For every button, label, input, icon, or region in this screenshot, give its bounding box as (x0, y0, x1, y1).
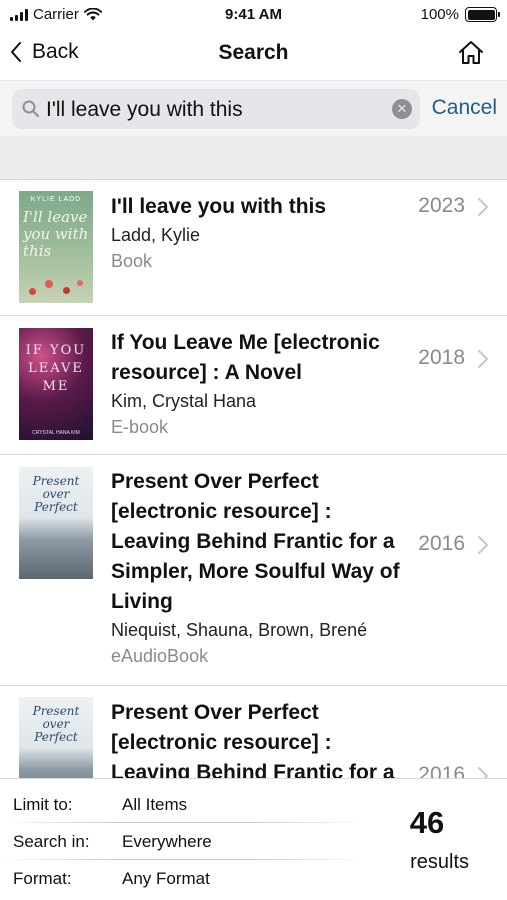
section-header (0, 136, 507, 180)
cancel-button[interactable]: Cancel (432, 96, 497, 120)
book-cover: Present over Perfect (19, 697, 93, 778)
search-bar: I'll leave you with this ✕ Cancel (0, 80, 507, 136)
filter-label: Search in: (13, 832, 90, 851)
result-format: E-book (111, 417, 169, 437)
chevron-right-icon (478, 198, 488, 216)
result-year: 2016 (418, 763, 465, 778)
search-icon (22, 100, 39, 117)
book-cover: Present over Perfect (19, 467, 93, 579)
list-item[interactable]: KYLIE LADD I'll leave you with this I'll… (0, 180, 507, 316)
battery-percent: 100% (420, 6, 459, 23)
result-year: 2018 (418, 346, 465, 369)
list-item[interactable]: Present over Perfect Present Over Perfec… (0, 686, 507, 778)
filter-value: Any Format (122, 869, 210, 888)
cover-text: IF YOU LEAVE ME (25, 343, 87, 394)
clear-icon[interactable]: ✕ (392, 99, 412, 119)
search-input[interactable]: I'll leave you with this ✕ (12, 89, 420, 129)
result-author: Niequist, Shauna, Brown, Brené (111, 620, 368, 640)
filter-label: Limit to: (13, 795, 73, 814)
page-title: Search (218, 41, 289, 64)
result-author: Ladd, Kylie (111, 225, 201, 245)
filter-value: All Items (122, 795, 188, 814)
result-format: eAudioBook (111, 646, 209, 666)
result-title: I'll leave you with this (111, 195, 327, 218)
cover-text: KYLIE LADD (30, 196, 82, 203)
result-title: If You Leave Me [electronic resource] : … (111, 331, 380, 384)
results-list[interactable]: KYLIE LADD I'll leave you with this I'll… (0, 180, 507, 778)
result-year: 2016 (418, 532, 465, 555)
search-query: I'll leave you with this (46, 98, 243, 121)
result-count-label: results (410, 851, 469, 873)
navigation-bar: Back Search (0, 30, 507, 78)
chevron-right-icon (478, 536, 488, 554)
battery-icon (465, 7, 500, 22)
divider (0, 859, 365, 860)
chevron-right-icon (478, 350, 488, 368)
book-cover: KYLIE LADD I'll leave you with this (19, 191, 93, 303)
result-format: Book (111, 251, 153, 271)
list-item[interactable]: IF YOU LEAVE ME CRYSTAL HANA KIM If You … (0, 316, 507, 455)
cover-text: Present over Perfect (32, 474, 80, 514)
result-year: 2023 (418, 194, 465, 217)
filter-label: Format: (13, 869, 72, 888)
divider (0, 822, 365, 823)
chevron-right-icon (478, 767, 488, 778)
filter-panel: Limit to: All Items Search in: Everywher… (0, 778, 507, 900)
result-count: 46 (409, 805, 445, 840)
status-right: 100% (420, 6, 500, 23)
result-title: Present Over Perfect [electronic resourc… (111, 701, 395, 778)
book-cover: IF YOU LEAVE ME CRYSTAL HANA KIM (19, 328, 93, 440)
filter-value: Everywhere (122, 832, 212, 851)
status-bar: Carrier 9:41 AM 100% (0, 0, 507, 30)
result-title: Present Over Perfect [electronic resourc… (111, 470, 400, 613)
list-item[interactable]: Present over Perfect Present Over Perfec… (0, 455, 507, 686)
cover-text: Present over Perfect (32, 704, 80, 744)
home-icon[interactable] (457, 39, 485, 67)
result-author: Kim, Crystal Hana (111, 391, 257, 411)
